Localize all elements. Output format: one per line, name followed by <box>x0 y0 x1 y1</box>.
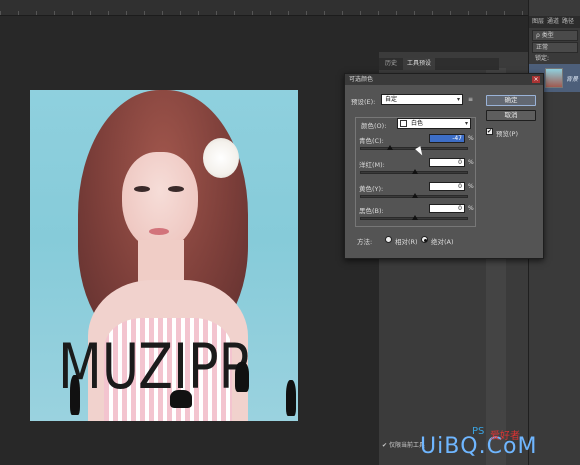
silhouette-figure <box>235 362 249 392</box>
layer-thumbnail <box>545 68 563 88</box>
yellow-slider[interactable] <box>360 193 468 198</box>
magenta-input[interactable]: 0 <box>429 158 465 167</box>
tab-paths[interactable]: 路径 <box>562 16 574 28</box>
tool-presets-tabs: 历史 工具预设 <box>379 58 499 70</box>
tab-history[interactable]: 历史 <box>385 58 397 70</box>
percent-sign: % <box>468 183 474 190</box>
top-ruler <box>0 0 528 16</box>
silhouette-figure <box>170 390 192 408</box>
preset-value: 自定 <box>385 96 398 103</box>
relative-radio[interactable] <box>385 236 392 243</box>
absolute-radio[interactable] <box>421 236 428 243</box>
current-tool-only-checkbox[interactable]: ✔ 仅限当前工具 <box>382 440 425 449</box>
chevron-down-icon: ▾ <box>456 96 460 103</box>
ok-button[interactable]: 确定 <box>486 95 536 106</box>
black-input[interactable]: 0 <box>429 204 465 213</box>
yellow-input[interactable]: 0 <box>429 182 465 191</box>
layers-panel-tabs: 图层 通道 路径 <box>529 16 580 28</box>
check-icon: ✔ <box>382 442 388 449</box>
preview-label: 预览(P) <box>496 130 518 138</box>
selective-color-dialog: 可选颜色 × 预设(E): 自定 ▾ ≡ 颜色(O): 白色 ▾ 青色(C): … <box>344 73 544 259</box>
preview-checkbox[interactable]: ✔ <box>486 128 493 135</box>
cyan-input[interactable]: -47 <box>429 134 465 143</box>
site-watermark-cn: 爱好者 <box>490 431 520 442</box>
colors-select[interactable]: 白色 ▾ <box>397 118 471 129</box>
layer-name: 背景 <box>566 76 579 83</box>
white-swatch <box>400 120 407 127</box>
face-shape <box>122 152 198 250</box>
colors-value: 白色 <box>411 120 424 127</box>
black-slider[interactable] <box>360 215 468 220</box>
chevron-down-icon: ▾ <box>464 120 468 127</box>
colors-label: 颜色(O): <box>361 122 387 130</box>
yellow-slider-knob[interactable] <box>412 193 418 198</box>
preset-label: 预设(E): <box>351 98 376 106</box>
layer-kind-filter[interactable]: ρ 类型 <box>532 30 578 41</box>
preset-select[interactable]: 自定 ▾ <box>381 94 463 105</box>
cyan-slider-knob[interactable] <box>386 145 393 150</box>
method-label: 方法: <box>357 238 373 246</box>
tab-channels[interactable]: 通道 <box>547 16 559 28</box>
hair-flower <box>203 138 239 178</box>
magenta-label: 洋红(M): <box>359 161 385 169</box>
magenta-slider-knob[interactable] <box>412 169 418 174</box>
tab-layers[interactable]: 图层 <box>532 16 544 28</box>
cyan-label: 青色(C): <box>359 137 384 145</box>
site-watermark-ps: PS <box>472 426 485 437</box>
yellow-label: 黄色(Y): <box>359 185 384 193</box>
silhouette-figure <box>70 375 80 415</box>
silhouette-figure <box>286 380 296 416</box>
percent-sign: % <box>468 159 474 166</box>
percent-sign: % <box>468 205 474 212</box>
close-icon[interactable]: × <box>532 76 540 83</box>
black-label: 黑色(B): <box>359 207 384 215</box>
preset-options-icon[interactable]: ≡ <box>468 96 473 103</box>
left-eye <box>134 186 150 192</box>
canvas-watermark-text: MUZIPP <box>58 330 250 403</box>
right-eye <box>168 186 184 192</box>
dialog-title: 可选颜色 <box>345 74 543 85</box>
relative-label: 相对(R) <box>395 238 418 246</box>
blend-mode-select[interactable]: 正常 <box>532 42 578 53</box>
absolute-label: 绝对(A) <box>431 238 454 246</box>
black-slider-knob[interactable] <box>412 215 418 220</box>
magenta-slider[interactable] <box>360 169 468 174</box>
tab-tool-presets[interactable]: 工具预设 <box>403 58 436 70</box>
cancel-button[interactable]: 取消 <box>486 110 536 121</box>
lips <box>149 228 169 235</box>
percent-sign: % <box>468 135 474 142</box>
canvas-image[interactable]: MUZIPP <box>30 90 298 421</box>
